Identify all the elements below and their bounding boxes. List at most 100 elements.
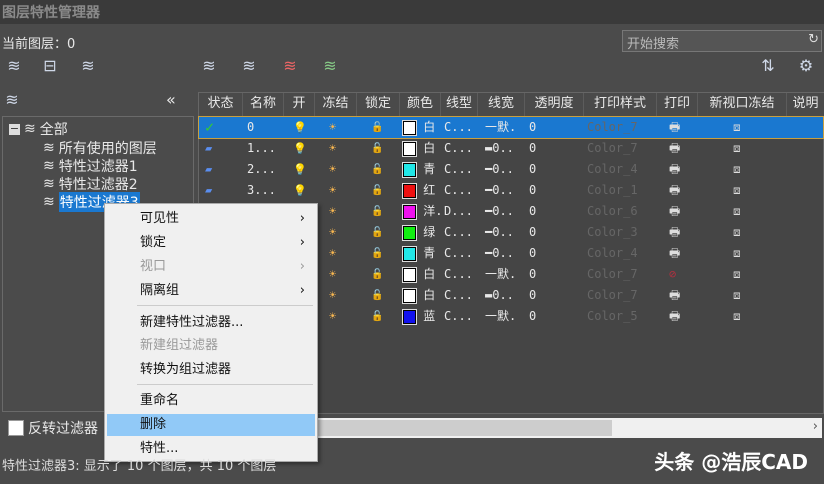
transparency[interactable]: 0 xyxy=(529,138,536,159)
color-cell[interactable]: 青 xyxy=(402,243,435,264)
collapse-icon[interactable]: − xyxy=(9,123,20,135)
search-input[interactable]: 开始搜索 ↻ xyxy=(622,30,822,52)
plot-printer-icon[interactable]: 🖶 xyxy=(669,201,680,222)
lineweight[interactable]: 一默. xyxy=(485,264,516,285)
layer-name[interactable]: 1... xyxy=(247,138,276,159)
column-header[interactable]: 状态 xyxy=(199,93,243,117)
menu-item[interactable]: 可见性 › xyxy=(107,208,315,230)
color-cell[interactable]: 白 xyxy=(402,138,435,159)
refresh-icon[interactable]: ⇅ xyxy=(756,56,780,78)
new-vp-freeze-icon[interactable]: ⧈ xyxy=(733,243,741,264)
thaw-sun-icon[interactable]: ☀ xyxy=(329,138,336,159)
color-cell[interactable]: 蓝 xyxy=(402,306,435,327)
table-row[interactable]: ▰ 2... 💡 ☀ 🔓 青 C... ━0.. 0 Color_4 🖶 ⧈ xyxy=(199,159,823,180)
column-header[interactable]: 新视口冻结 xyxy=(698,93,787,117)
menu-item[interactable]: 重命名 xyxy=(107,390,315,412)
tree-node-filter-1[interactable]: ≋ 特性过滤器1 xyxy=(43,156,138,176)
transparency[interactable]: 0 xyxy=(529,243,536,264)
new-group-filter-icon[interactable]: ⊟ xyxy=(38,56,62,78)
transparency[interactable]: 0 xyxy=(529,222,536,243)
color-cell[interactable]: 洋. xyxy=(402,201,442,222)
column-header[interactable]: 名称 xyxy=(243,93,284,117)
lineweight[interactable]: ━0.. xyxy=(485,159,514,180)
column-header[interactable]: 颜色 xyxy=(400,93,441,117)
linetype[interactable]: C... xyxy=(444,180,473,201)
linetype[interactable]: C... xyxy=(444,159,473,180)
linetype[interactable]: C... xyxy=(444,117,473,138)
lineweight[interactable]: ━0.. xyxy=(485,201,514,222)
thaw-sun-icon[interactable]: ☀ xyxy=(329,159,336,180)
column-header[interactable]: 打印样式 xyxy=(584,93,657,117)
on-bulb-icon[interactable]: 💡 xyxy=(293,117,307,138)
color-cell[interactable]: 青 xyxy=(402,159,435,180)
menu-item[interactable]: 锁定 › xyxy=(107,232,315,254)
new-vp-freeze-icon[interactable]: ⧈ xyxy=(733,117,741,138)
linetype[interactable]: C... xyxy=(444,285,473,306)
table-row[interactable]: ▰ 3... 💡 ☀ 🔓 红 C... ━0.. 0 Color_1 🖶 ⧈ xyxy=(199,180,823,201)
layer-name[interactable]: 0 xyxy=(247,117,254,138)
plot-printer-icon[interactable]: 🖶 xyxy=(669,306,680,327)
unlock-icon[interactable]: 🔓 xyxy=(371,222,383,243)
new-vp-freeze-icon[interactable]: ⧈ xyxy=(733,285,741,306)
plot-printer-icon[interactable]: ⊘ xyxy=(669,264,676,285)
plot-printer-icon[interactable]: 🖶 xyxy=(669,222,680,243)
unlock-icon[interactable]: 🔓 xyxy=(371,180,383,201)
thaw-sun-icon[interactable]: ☀ xyxy=(329,243,336,264)
table-row[interactable]: ✓ 0 💡 ☀ 🔓 白 C... 一默. 0 Color_7 🖶 ⧈ xyxy=(198,116,824,139)
new-layer-icon[interactable]: ≋ xyxy=(197,56,221,78)
color-cell[interactable]: 白 xyxy=(402,117,435,138)
unlock-icon[interactable]: 🔓 xyxy=(371,285,383,306)
plot-printer-icon[interactable]: 🖶 xyxy=(669,138,680,159)
column-header[interactable]: 锁定 xyxy=(357,93,400,117)
plot-printer-icon[interactable]: 🖶 xyxy=(669,159,680,180)
new-layer-vp-frozen-icon[interactable]: ≋ xyxy=(237,56,261,78)
thaw-sun-icon[interactable]: ☀ xyxy=(329,117,336,138)
lineweight[interactable]: ━0.. xyxy=(485,180,514,201)
linetype[interactable]: C... xyxy=(444,264,473,285)
new-vp-freeze-icon[interactable]: ⧈ xyxy=(733,159,741,180)
checkbox-box[interactable] xyxy=(8,420,24,436)
thaw-sun-icon[interactable]: ☀ xyxy=(329,222,336,243)
color-cell[interactable]: 白 xyxy=(402,285,435,306)
menu-item[interactable]: 视口 › xyxy=(107,256,315,278)
tree-node-filter-2[interactable]: ≋ 特性过滤器2 xyxy=(43,174,138,194)
column-header[interactable]: 开 xyxy=(284,93,315,117)
unlock-icon[interactable]: 🔓 xyxy=(371,201,383,222)
column-header[interactable]: 打印 xyxy=(657,93,698,117)
new-vp-freeze-icon[interactable]: ⧈ xyxy=(733,201,741,222)
delete-layer-icon[interactable]: ≋ xyxy=(278,56,302,78)
linetype[interactable]: C... xyxy=(444,222,473,243)
unlock-icon[interactable]: 🔓 xyxy=(371,117,383,138)
lineweight[interactable]: ━0.. xyxy=(485,243,514,264)
transparency[interactable]: 0 xyxy=(529,201,536,222)
column-header[interactable]: 线型 xyxy=(441,93,478,117)
new-vp-freeze-icon[interactable]: ⧈ xyxy=(733,180,741,201)
on-bulb-icon[interactable]: 💡 xyxy=(293,180,307,201)
settings-icon[interactable]: ⚙ xyxy=(794,56,818,78)
lineweight[interactable]: ▬0.. xyxy=(485,285,514,306)
new-property-filter-icon[interactable]: ≋ xyxy=(2,56,26,78)
new-vp-freeze-icon[interactable]: ⧈ xyxy=(733,264,741,285)
transparency[interactable]: 0 xyxy=(529,159,536,180)
linetype[interactable]: C... xyxy=(444,243,473,264)
column-header[interactable]: 线宽 xyxy=(478,93,525,117)
column-header[interactable]: 说明 xyxy=(787,93,824,117)
plot-printer-icon[interactable]: 🖶 xyxy=(669,285,680,306)
on-bulb-icon[interactable]: 💡 xyxy=(293,138,307,159)
new-vp-freeze-icon[interactable]: ⧈ xyxy=(733,222,741,243)
layer-name[interactable]: 2... xyxy=(247,159,276,180)
column-header[interactable]: 冻结 xyxy=(315,93,357,117)
tree-node-used-layers[interactable]: ≋ 所有使用的图层 xyxy=(43,138,157,158)
thaw-sun-icon[interactable]: ☀ xyxy=(329,201,336,222)
lineweight[interactable]: 一默. xyxy=(485,117,516,138)
lineweight[interactable]: ▬0.. xyxy=(485,138,514,159)
linetype[interactable]: C... xyxy=(444,138,473,159)
on-bulb-icon[interactable]: 💡 xyxy=(293,159,307,180)
color-cell[interactable]: 红 xyxy=(402,180,435,201)
thaw-sun-icon[interactable]: ☀ xyxy=(329,264,336,285)
linetype[interactable]: D... xyxy=(444,201,473,222)
column-header[interactable]: 透明度 xyxy=(525,93,584,117)
menu-item[interactable]: 转换为组过滤器 xyxy=(107,359,315,381)
unlock-icon[interactable]: 🔓 xyxy=(371,306,383,327)
color-cell[interactable]: 绿 xyxy=(402,222,435,243)
